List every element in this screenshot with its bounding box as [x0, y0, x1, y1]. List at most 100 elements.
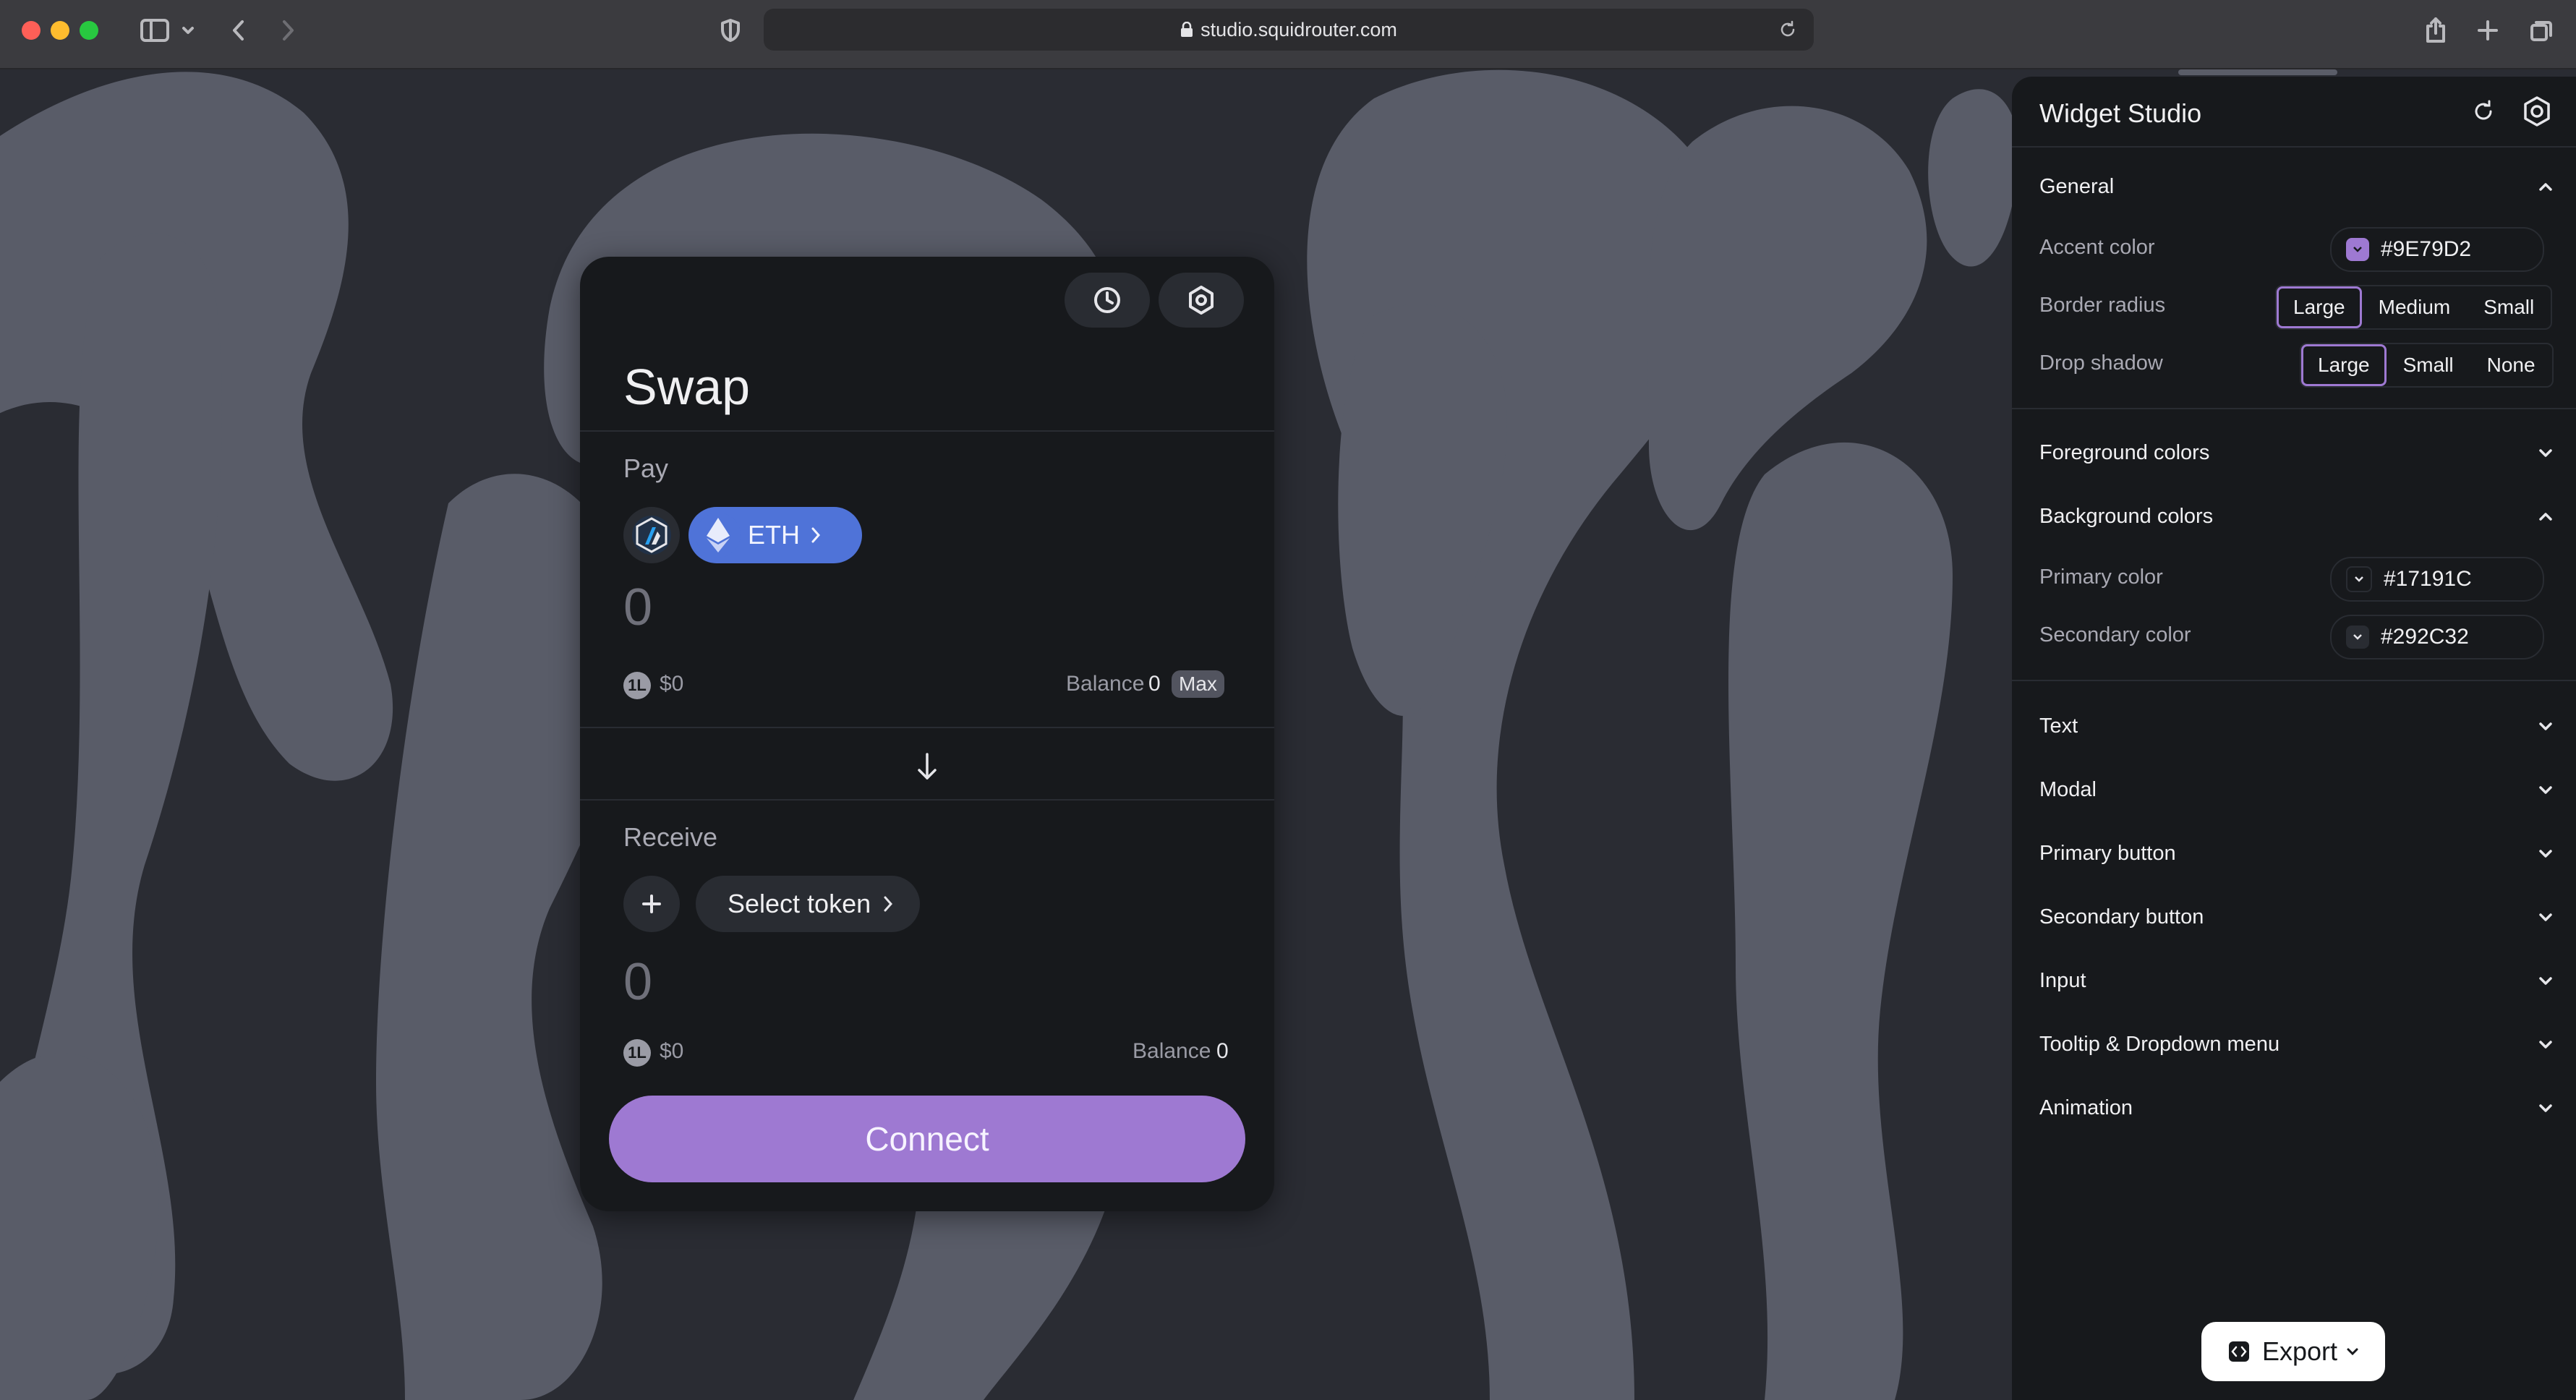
pay-usd-value: $0 [660, 672, 684, 696]
pay-token-symbol: ETH [748, 520, 800, 550]
chevron-down-icon [2353, 634, 2362, 640]
new-tab-icon[interactable] [2472, 13, 2504, 48]
receive-amount: 0 [623, 953, 653, 1011]
usd-value-icon: 1L [623, 1039, 651, 1067]
zoom-window-button[interactable] [80, 21, 98, 40]
clock-icon [1094, 287, 1120, 313]
border-radius-large[interactable]: Large [2277, 286, 2362, 328]
chevron-down-icon[interactable] [2537, 781, 2554, 798]
arrow-down-icon [918, 753, 937, 780]
chevron-down-icon [2353, 247, 2362, 252]
swap-widget: Swap Pay ETH 0 1L $0 Balance 0 Max Recei… [580, 257, 1274, 1211]
accent-color-swatch[interactable] [2346, 238, 2369, 261]
chevron-right-icon [884, 896, 893, 912]
reset-button[interactable] [2469, 97, 2498, 126]
secondary-color-swatch[interactable] [2346, 626, 2369, 649]
chain-selector[interactable] [623, 507, 680, 563]
chevron-right-icon [811, 527, 821, 543]
border-radius-medium[interactable]: Medium [2362, 286, 2468, 328]
accent-color-label: Accent color [2039, 236, 2155, 259]
reload-icon[interactable] [1778, 20, 1798, 40]
primary-color-swatch[interactable] [2346, 566, 2372, 592]
chevron-down-icon[interactable] [2537, 972, 2554, 989]
tab-overview-icon[interactable] [2525, 13, 2557, 48]
close-window-button[interactable] [22, 21, 40, 40]
secondary-color-label: Secondary color [2039, 623, 2191, 646]
divider [2012, 146, 2576, 148]
section-general-header[interactable]: General [2039, 175, 2114, 199]
chevron-down-icon[interactable] [2537, 908, 2554, 926]
export-button[interactable]: Export [2201, 1322, 2385, 1381]
section-input-header[interactable]: Input [2039, 969, 2086, 993]
secondary-color-value: #292C32 [2381, 625, 2469, 649]
chevron-down-icon [2347, 1348, 2358, 1356]
section-text-header[interactable]: Text [2039, 714, 2078, 738]
sidebar-toggle-icon[interactable] [133, 13, 176, 48]
border-radius-small[interactable]: Small [2467, 286, 2551, 328]
divider [2012, 408, 2576, 409]
divider [580, 799, 1274, 801]
receive-balance-value: 0 [1216, 1039, 1229, 1063]
usd-value-icon: 1L [623, 672, 651, 699]
pay-amount-input[interactable]: 0 [623, 578, 652, 637]
receive-usd-value: $0 [660, 1039, 684, 1063]
gear-icon [1189, 286, 1214, 315]
divider [580, 430, 1274, 432]
drag-handle[interactable] [2178, 69, 2337, 75]
pay-token-selector[interactable]: ETH [688, 507, 862, 563]
accent-color-value: #9E79D2 [2381, 237, 2472, 261]
drop-shadow-large[interactable]: Large [2301, 344, 2387, 386]
chevron-down-icon[interactable] [2537, 1036, 2554, 1053]
primary-color-input[interactable]: #17191C [2330, 557, 2544, 602]
section-animation-header[interactable]: Animation [2039, 1096, 2133, 1120]
secondary-color-input[interactable]: #292C32 [2330, 615, 2544, 660]
chevron-up-icon[interactable] [2537, 508, 2554, 525]
swap-direction-button[interactable] [909, 748, 945, 785]
share-icon[interactable] [2420, 13, 2452, 48]
code-icon [2228, 1341, 2249, 1362]
back-icon[interactable] [224, 13, 253, 48]
url-text: studio.squidrouter.com [1200, 18, 1397, 40]
receive-balance-label: Balance [1133, 1039, 1211, 1063]
section-primary-button-header[interactable]: Primary button [2039, 842, 2176, 866]
chevron-down-icon [2355, 576, 2363, 582]
forward-icon[interactable] [273, 13, 302, 48]
section-tooltip-dropdown-header[interactable]: Tooltip & Dropdown menu [2039, 1033, 2279, 1057]
ethereum-icon [696, 513, 741, 558]
primary-color-value: #17191C [2384, 567, 2472, 591]
receive-token-selector[interactable]: Select token [696, 876, 920, 932]
section-background-header[interactable]: Background colors [2039, 505, 2213, 529]
chevron-down-icon[interactable] [2537, 845, 2554, 862]
receive-chain-selector[interactable] [623, 876, 680, 932]
section-modal-header[interactable]: Modal [2039, 778, 2097, 802]
receive-label: Receive [623, 822, 718, 852]
section-foreground-header[interactable]: Foreground colors [2039, 441, 2209, 465]
address-bar[interactable]: studio.squidrouter.com [764, 9, 1814, 51]
panel-title: Widget Studio [2039, 98, 2202, 128]
drop-shadow-selector: Large Small None [2300, 343, 2554, 388]
drop-shadow-label: Drop shadow [2039, 351, 2163, 375]
privacy-shield-icon[interactable] [716, 13, 745, 48]
chevron-down-icon[interactable] [178, 13, 198, 48]
divider [2012, 680, 2576, 681]
primary-color-label: Primary color [2039, 565, 2163, 589]
chevron-up-icon[interactable] [2537, 178, 2554, 195]
history-button[interactable] [1065, 273, 1150, 328]
chevron-down-icon[interactable] [2537, 1099, 2554, 1117]
studio-settings-button[interactable] [2521, 95, 2553, 127]
chevron-down-icon[interactable] [2537, 717, 2554, 735]
drop-shadow-small[interactable]: Small [2387, 344, 2470, 386]
drop-shadow-none[interactable]: None [2470, 344, 2552, 386]
max-button[interactable]: Max [1172, 670, 1224, 698]
widget-studio-panel: Widget Studio General Accent color #9E79… [2012, 69, 2576, 1400]
connect-button[interactable]: Connect [609, 1096, 1245, 1182]
widget-title: Swap [623, 359, 751, 415]
pay-label: Pay [623, 453, 669, 483]
accent-color-input[interactable]: #9E79D2 [2330, 227, 2544, 272]
chevron-down-icon[interactable] [2537, 444, 2554, 461]
section-secondary-button-header[interactable]: Secondary button [2039, 905, 2204, 929]
minimize-window-button[interactable] [51, 21, 69, 40]
pay-balance-label: Balance [1066, 672, 1145, 696]
plus-icon [642, 895, 661, 913]
settings-button[interactable] [1159, 273, 1244, 328]
